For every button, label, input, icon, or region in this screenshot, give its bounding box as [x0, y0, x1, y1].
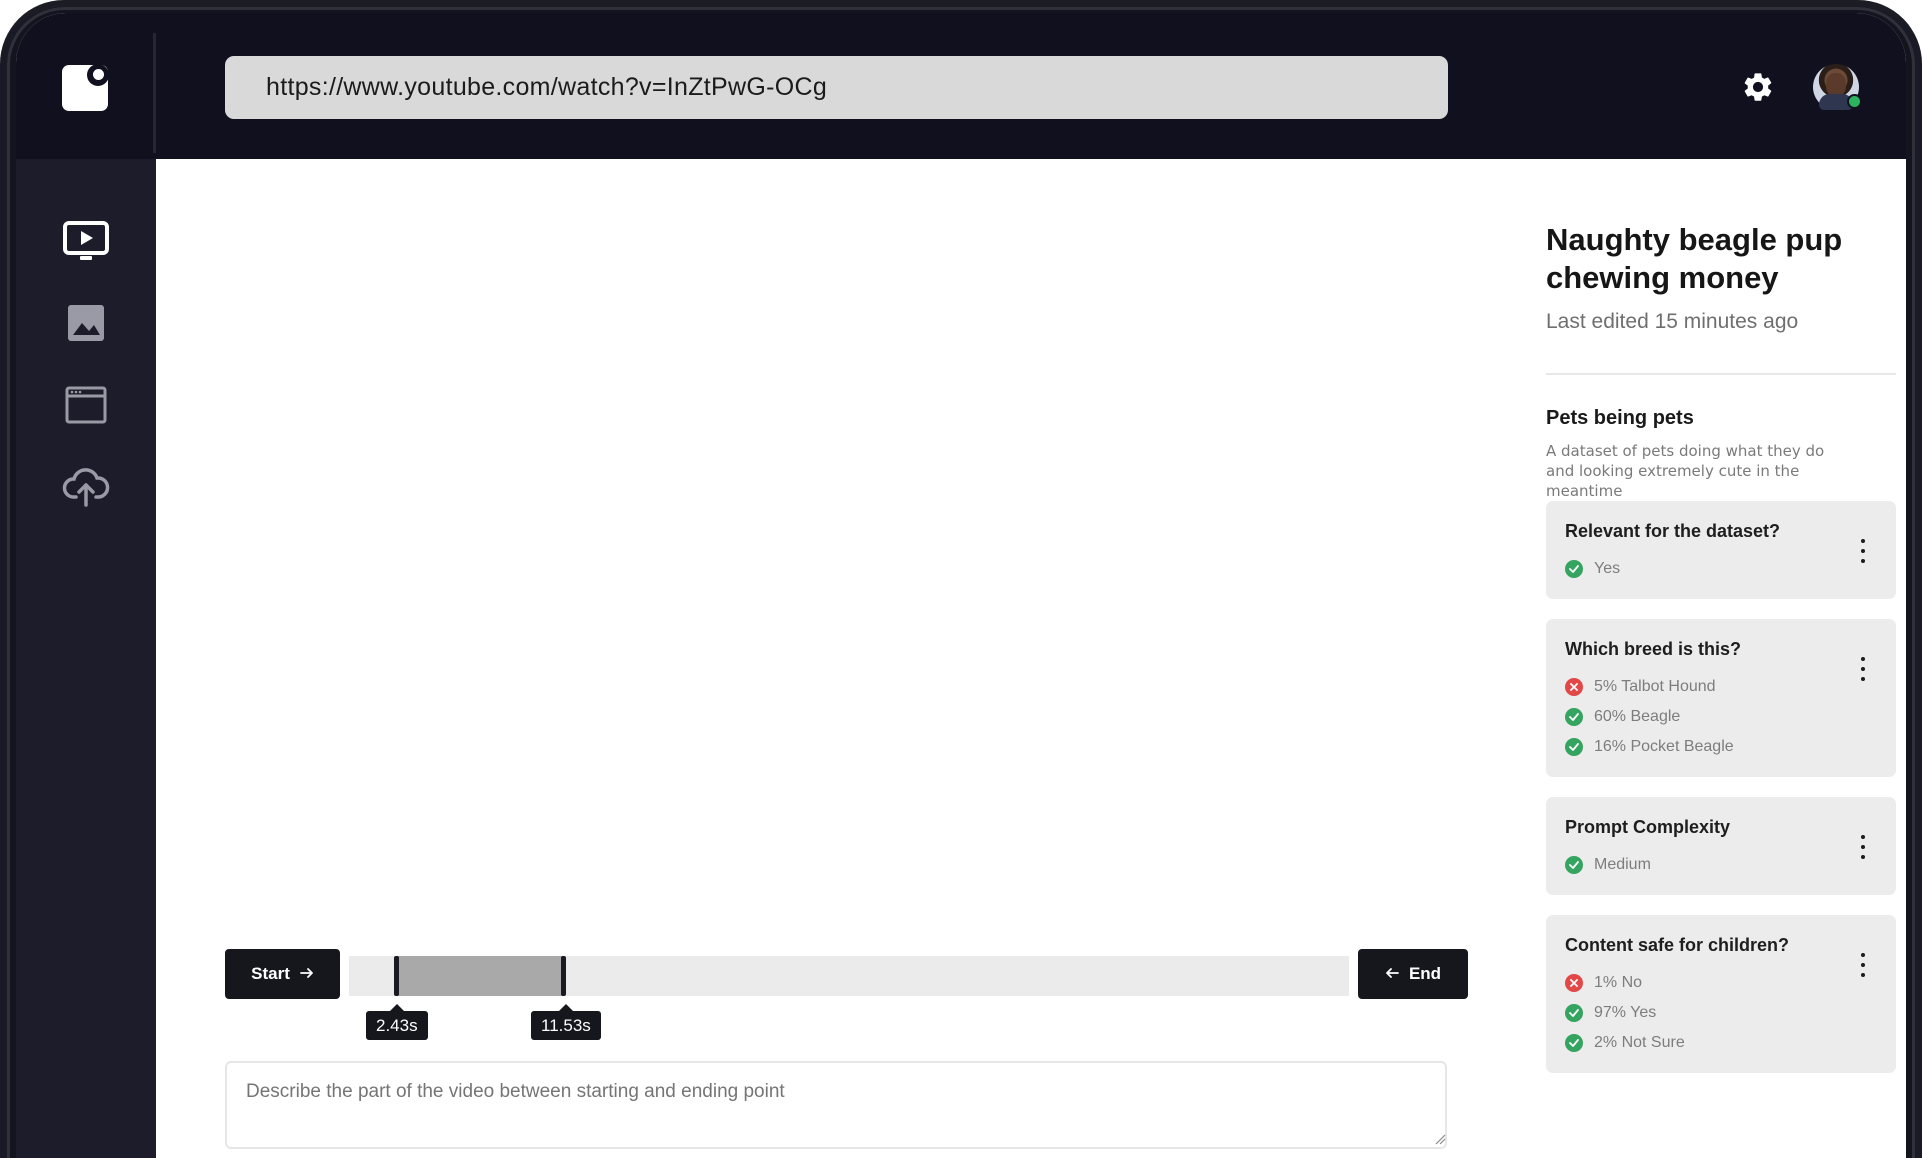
answer-text: 5% Talbot Hound	[1594, 678, 1716, 695]
more-options-icon[interactable]	[1858, 953, 1868, 977]
start-time-label: 2.43s	[366, 1004, 428, 1040]
online-status-dot	[1847, 94, 1862, 109]
check-icon	[1565, 856, 1583, 874]
app-screen: https://www.youtube.com/watch?v=InZtPwG-…	[16, 13, 1906, 1158]
answer-item: Medium	[1565, 850, 1877, 880]
x-icon	[1565, 974, 1583, 992]
more-options-icon[interactable]	[1858, 657, 1868, 681]
answer-text: Medium	[1594, 856, 1651, 873]
end-handle[interactable]	[561, 956, 566, 996]
answer-item: 16% Pocket Beagle	[1565, 732, 1877, 762]
url-input[interactable]: https://www.youtube.com/watch?v=InZtPwG-…	[225, 56, 1448, 119]
answer-text: 1% No	[1594, 974, 1643, 991]
check-icon	[1565, 1034, 1583, 1052]
browser-window-icon[interactable]	[62, 381, 110, 429]
answer-item: 97% Yes	[1565, 998, 1877, 1028]
check-icon	[1565, 1004, 1583, 1022]
user-avatar[interactable]	[1813, 64, 1862, 110]
end-button[interactable]: End	[1358, 949, 1468, 999]
answer-text: 2% Not Sure	[1594, 1034, 1685, 1051]
sidebar	[16, 159, 156, 1158]
dataset-description: A dataset of pets doing what they do and…	[1546, 442, 1825, 500]
end-button-label: End	[1408, 964, 1442, 983]
card-question: Prompt Complexity	[1565, 817, 1731, 837]
answer-item: 1% No	[1565, 968, 1877, 998]
dataset-name: Pets being pets	[1546, 407, 1694, 429]
start-handle[interactable]	[394, 956, 399, 996]
answer-text: 97% Yes	[1594, 1004, 1657, 1021]
topbar-divider	[153, 33, 156, 153]
timeline-selection[interactable]	[396, 956, 564, 996]
more-options-icon[interactable]	[1858, 539, 1868, 563]
details-panel: Naughty beagle pup chewing money Last ed…	[1521, 159, 1896, 1158]
card-question: Relevant for the dataset?	[1565, 521, 1781, 541]
last-edited-text: Last edited 15 minutes ago	[1546, 310, 1799, 333]
video-icon[interactable]	[62, 217, 110, 265]
device-frame: https://www.youtube.com/watch?v=InZtPwG-…	[0, 0, 1922, 1158]
annotation-card: Content safe for children? 1% No 97% Yes…	[1546, 915, 1896, 1073]
panel-divider	[1546, 373, 1896, 375]
video-title: Naughty beagle pup chewing money	[1546, 222, 1843, 295]
answer-item: 60% Beagle	[1565, 702, 1877, 732]
cloud-upload-icon[interactable]	[62, 463, 110, 511]
more-options-icon[interactable]	[1858, 835, 1868, 859]
answer-item: 2% Not Sure	[1565, 1028, 1877, 1058]
end-time-label: 11.53s	[531, 1004, 601, 1040]
card-question: Content safe for children?	[1565, 935, 1790, 955]
check-icon	[1565, 738, 1583, 756]
segment-description-input[interactable]	[225, 1061, 1447, 1149]
answer-item: 5% Talbot Hound	[1565, 672, 1877, 702]
url-text: https://www.youtube.com/watch?v=InZtPwG-…	[266, 73, 828, 101]
annotation-card: Prompt Complexity Medium	[1546, 797, 1896, 895]
start-button[interactable]: Start	[225, 949, 340, 999]
answer-item: Yes	[1565, 554, 1877, 584]
image-icon[interactable]	[62, 299, 110, 347]
timeline-track[interactable]	[349, 956, 1349, 996]
arrow-left-icon	[1385, 964, 1399, 984]
video-player[interactable]	[225, 209, 1447, 909]
start-button-label: Start	[251, 964, 290, 983]
resize-grip-icon[interactable]	[1434, 1133, 1446, 1145]
x-icon	[1565, 678, 1583, 696]
card-question: Which breed is this?	[1565, 639, 1742, 659]
annotation-card: Which breed is this? 5% Talbot Hound 60%…	[1546, 619, 1896, 777]
answer-text: 16% Pocket Beagle	[1594, 738, 1734, 755]
answer-text: 60% Beagle	[1594, 708, 1681, 725]
check-icon	[1565, 560, 1583, 578]
annotation-card: Relevant for the dataset? Yes	[1546, 501, 1896, 599]
app-logo-icon[interactable]	[62, 65, 108, 111]
top-bar: https://www.youtube.com/watch?v=InZtPwG-…	[16, 13, 1906, 159]
main-content: Start 2.43s 11.53s End Describe the part…	[156, 159, 1906, 1158]
logo-dot	[93, 69, 104, 80]
gear-icon[interactable]	[1741, 70, 1775, 104]
answer-text: Yes	[1594, 560, 1621, 577]
arrow-right-icon	[299, 964, 314, 984]
check-icon	[1565, 708, 1583, 726]
